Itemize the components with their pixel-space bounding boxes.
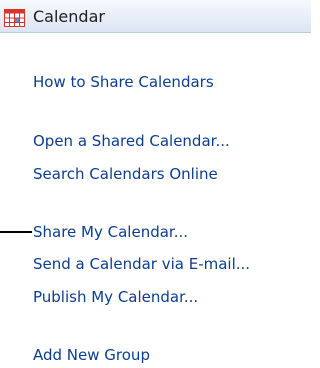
- add-new-group-link[interactable]: Add New Group: [33, 345, 150, 365]
- open-shared-calendar-link[interactable]: Open a Shared Calendar...: [33, 131, 230, 151]
- publish-my-calendar-link[interactable]: Publish My Calendar...: [33, 287, 198, 307]
- share-my-calendar-link[interactable]: Share My Calendar...: [33, 222, 188, 242]
- send-calendar-via-email-link[interactable]: Send a Calendar via E-mail...: [33, 254, 250, 274]
- calendar-icon: [4, 9, 25, 27]
- calendar-section-header[interactable]: Calendar: [0, 0, 311, 33]
- how-to-share-calendars-link[interactable]: How to Share Calendars: [33, 72, 214, 92]
- search-calendars-online-link[interactable]: Search Calendars Online: [33, 164, 218, 184]
- pointer-line: [0, 231, 32, 233]
- calendar-section-title: Calendar: [33, 7, 105, 26]
